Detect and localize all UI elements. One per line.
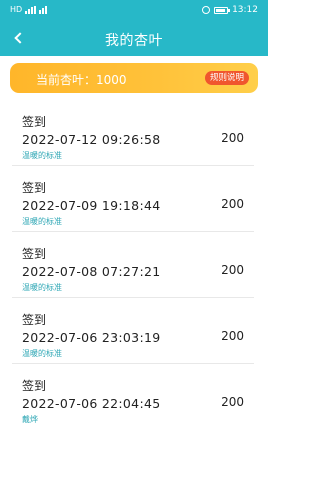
record-note: 温暖的标准 (22, 283, 62, 292)
record-amount: 200 (221, 197, 244, 211)
alarm-icon (202, 6, 211, 14)
status-time: 13:12 (232, 5, 258, 15)
balance-banner: 当前杏叶：1000 规则说明 (10, 63, 258, 93)
record-title: 签到 (22, 313, 47, 327)
wifi-icon (39, 5, 48, 14)
record-title: 签到 (22, 379, 47, 393)
carrier-label: HD (10, 5, 23, 14)
record-note: 温暖的标准 (22, 217, 62, 226)
list-item[interactable]: 签到 2022-07-09 19:18:44 温暖的标准 200 (12, 166, 254, 232)
record-title: 签到 (22, 115, 47, 129)
record-note: 温暖的标准 (22, 349, 62, 358)
record-title: 签到 (22, 247, 47, 261)
nav-bar: 我的杏叶 (0, 20, 268, 56)
battery-icon (214, 6, 231, 14)
record-time: 2022-07-09 19:18:44 (22, 198, 161, 213)
status-left: HD (10, 5, 48, 14)
record-note: 戴烨 (22, 415, 38, 424)
record-amount: 200 (221, 395, 244, 409)
record-amount: 200 (221, 263, 244, 277)
balance-label: 当前杏叶：1000 (36, 73, 127, 87)
record-time: 2022-07-06 22:04:45 (22, 396, 161, 411)
app-screen: HD 13:12 我的杏叶 当前杏叶：1000 规则说明 签到 2022-07-… (0, 0, 268, 480)
status-bar: HD 13:12 (0, 0, 268, 20)
list-item[interactable]: 签到 2022-07-06 22:04:45 戴烨 200 (12, 364, 254, 430)
list-item[interactable]: 签到 2022-07-12 09:26:58 温暖的标准 200 (12, 100, 254, 166)
record-time: 2022-07-08 07:27:21 (22, 264, 161, 279)
record-time: 2022-07-12 09:26:58 (22, 132, 161, 147)
rules-button[interactable]: 规则说明 (204, 71, 249, 85)
record-amount: 200 (221, 131, 244, 145)
header-bar: HD 13:12 我的杏叶 (0, 0, 268, 56)
list-item[interactable]: 签到 2022-07-08 07:27:21 温暖的标准 200 (12, 232, 254, 298)
page-title: 我的杏叶 (105, 33, 163, 49)
status-right: 13:12 (202, 5, 258, 15)
record-note: 温暖的标准 (22, 151, 62, 160)
record-time: 2022-07-06 23:03:19 (22, 330, 161, 345)
record-amount: 200 (221, 329, 244, 343)
signal-icon (25, 5, 37, 14)
record-title: 签到 (22, 181, 47, 195)
list-item[interactable]: 签到 2022-07-06 23:03:19 温暖的标准 200 (12, 298, 254, 364)
records-list: 签到 2022-07-12 09:26:58 温暖的标准 200 签到 2022… (0, 100, 268, 430)
